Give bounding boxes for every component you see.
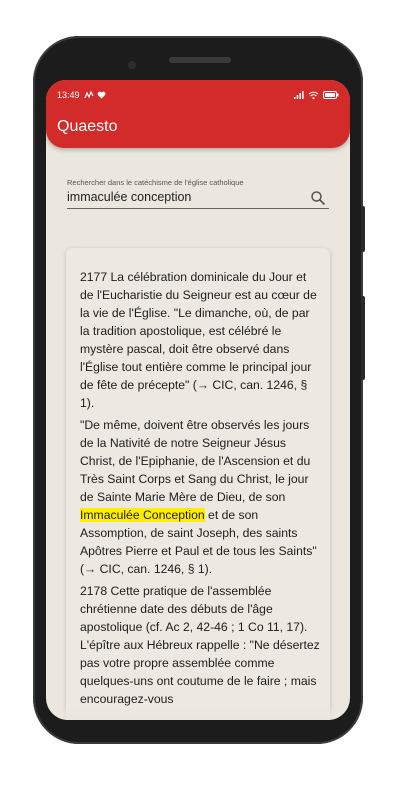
paragraph-2178: 2178 Cette pratique de l'assemblée chrét… xyxy=(80,584,320,706)
front-camera xyxy=(128,61,136,69)
power-button xyxy=(361,296,365,380)
search-underline xyxy=(67,208,329,209)
search-label: Rechercher dans le catéchisme de l'églis… xyxy=(67,178,244,187)
earpiece xyxy=(169,57,231,63)
volume-button xyxy=(361,206,365,252)
heart-icon xyxy=(97,91,105,99)
battery-icon xyxy=(323,91,339,99)
status-time: 13:49 xyxy=(57,90,80,100)
search-input[interactable] xyxy=(67,188,307,206)
status-bar: 13:49 xyxy=(57,88,339,102)
screen: 13:49 Quaesto Rechercher dans le catéchi… xyxy=(46,80,350,720)
result-card: 2177 La célébration dominicale du Jour e… xyxy=(66,248,330,720)
app-bar: 13:49 Quaesto xyxy=(46,80,350,148)
result-text: 2177 La célébration dominicale du Jour e… xyxy=(80,268,320,712)
text-segment: "De même, doivent être observés les jour… xyxy=(80,418,311,504)
paragraph-2177-cont: "De même, doivent être observés les jour… xyxy=(80,416,320,578)
app-title: Quaesto xyxy=(57,118,118,135)
search-highlight: Immaculée Conception xyxy=(80,508,205,522)
wifi-icon xyxy=(308,91,319,99)
gesture-icon xyxy=(83,90,94,98)
signal-icon xyxy=(294,91,304,99)
paragraph-2177: 2177 La célébration dominicale du Jour e… xyxy=(80,270,317,410)
scroll-fade xyxy=(46,706,350,720)
search-icon[interactable] xyxy=(310,190,326,206)
